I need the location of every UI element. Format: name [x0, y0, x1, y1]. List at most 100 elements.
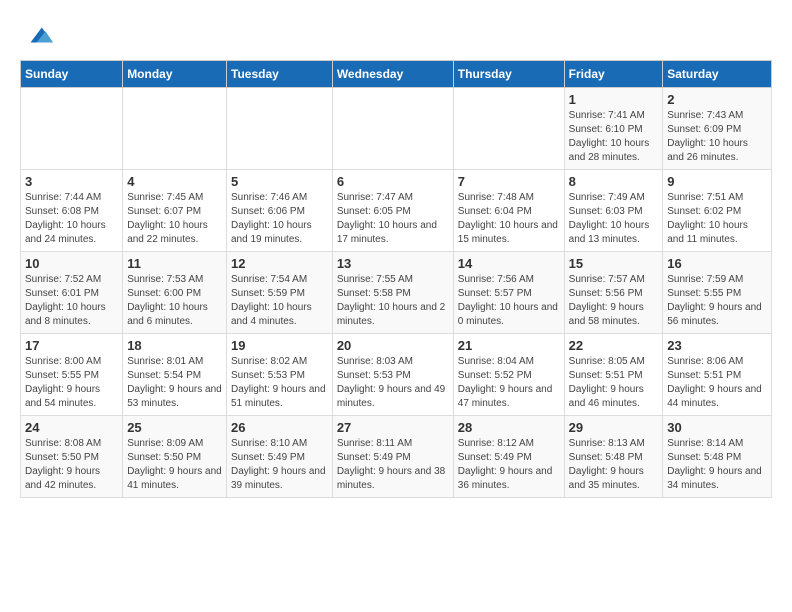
day-cell: 14 Sunrise: 7:56 AM Sunset: 5:57 PM Dayli… [453, 252, 564, 334]
day-cell: 29 Sunrise: 8:13 AM Sunset: 5:48 PM Dayli… [564, 416, 663, 498]
logo [20, 20, 53, 50]
day-number: 16 [667, 256, 767, 271]
day-info: Sunrise: 7:44 AM Sunset: 6:08 PM Dayligh… [25, 191, 118, 247]
day-info: Sunrise: 8:12 AM Sunset: 5:49 PM Dayligh… [458, 437, 560, 493]
day-number: 5 [231, 174, 328, 189]
day-info: Sunrise: 7:52 AM Sunset: 6:01 PM Dayligh… [25, 273, 118, 329]
day-number: 22 [569, 338, 659, 353]
day-info: Sunrise: 7:49 AM Sunset: 6:03 PM Dayligh… [569, 191, 659, 247]
day-number: 30 [667, 420, 767, 435]
week-row-2: 3 Sunrise: 7:44 AM Sunset: 6:08 PM Daylig… [21, 170, 772, 252]
header-tuesday: Tuesday [227, 61, 333, 88]
day-cell [332, 88, 453, 170]
day-info: Sunrise: 8:10 AM Sunset: 5:49 PM Dayligh… [231, 437, 328, 493]
header-row: SundayMondayTuesdayWednesdayThursdayFrid… [21, 61, 772, 88]
day-number: 20 [337, 338, 449, 353]
day-cell: 30 Sunrise: 8:14 AM Sunset: 5:48 PM Dayli… [663, 416, 772, 498]
day-info: Sunrise: 7:45 AM Sunset: 6:07 PM Dayligh… [127, 191, 222, 247]
day-cell: 9 Sunrise: 7:51 AM Sunset: 6:02 PM Daylig… [663, 170, 772, 252]
day-number: 23 [667, 338, 767, 353]
day-cell: 10 Sunrise: 7:52 AM Sunset: 6:01 PM Dayli… [21, 252, 123, 334]
day-cell: 19Sunrise: 8:02 AM Sunset: 5:53 PM Dayli… [227, 334, 333, 416]
day-number: 27 [337, 420, 449, 435]
day-cell: 17 Sunrise: 8:00 AM Sunset: 5:55 PM Dayli… [21, 334, 123, 416]
day-info: Sunrise: 8:05 AM Sunset: 5:51 PM Dayligh… [569, 355, 659, 411]
header-saturday: Saturday [663, 61, 772, 88]
day-number: 10 [25, 256, 118, 271]
day-number: 19 [231, 338, 328, 353]
day-number: 25 [127, 420, 222, 435]
day-number: 21 [458, 338, 560, 353]
week-row-5: 24 Sunrise: 8:08 AM Sunset: 5:50 PM Dayli… [21, 416, 772, 498]
day-cell [123, 88, 227, 170]
day-number: 13 [337, 256, 449, 271]
day-info: Sunrise: 7:59 AM Sunset: 5:55 PM Dayligh… [667, 273, 767, 329]
day-info: Sunrise: 7:43 AM Sunset: 6:09 PM Dayligh… [667, 109, 767, 165]
day-number: 24 [25, 420, 118, 435]
day-cell: 11Sunrise: 7:53 AM Sunset: 6:00 PM Dayli… [123, 252, 227, 334]
day-cell [453, 88, 564, 170]
day-info: Sunrise: 7:48 AM Sunset: 6:04 PM Dayligh… [458, 191, 560, 247]
day-info: Sunrise: 7:46 AM Sunset: 6:06 PM Dayligh… [231, 191, 328, 247]
day-cell: 1Sunrise: 7:41 AM Sunset: 6:10 PM Daylig… [564, 88, 663, 170]
day-info: Sunrise: 8:14 AM Sunset: 5:48 PM Dayligh… [667, 437, 767, 493]
day-info: Sunrise: 8:13 AM Sunset: 5:48 PM Dayligh… [569, 437, 659, 493]
day-info: Sunrise: 7:56 AM Sunset: 5:57 PM Dayligh… [458, 273, 560, 329]
day-info: Sunrise: 8:09 AM Sunset: 5:50 PM Dayligh… [127, 437, 222, 493]
day-info: Sunrise: 7:54 AM Sunset: 5:59 PM Dayligh… [231, 273, 328, 329]
day-info: Sunrise: 8:08 AM Sunset: 5:50 PM Dayligh… [25, 437, 118, 493]
day-number: 7 [458, 174, 560, 189]
day-number: 12 [231, 256, 328, 271]
day-number: 6 [337, 174, 449, 189]
day-info: Sunrise: 8:00 AM Sunset: 5:55 PM Dayligh… [25, 355, 118, 411]
day-number: 17 [25, 338, 118, 353]
logo-icon [23, 20, 53, 50]
day-info: Sunrise: 7:51 AM Sunset: 6:02 PM Dayligh… [667, 191, 767, 247]
day-cell: 6 Sunrise: 7:47 AM Sunset: 6:05 PM Daylig… [332, 170, 453, 252]
day-cell: 3 Sunrise: 7:44 AM Sunset: 6:08 PM Daylig… [21, 170, 123, 252]
day-cell: 8 Sunrise: 7:49 AM Sunset: 6:03 PM Daylig… [564, 170, 663, 252]
day-cell: 18Sunrise: 8:01 AM Sunset: 5:54 PM Dayli… [123, 334, 227, 416]
day-number: 1 [569, 92, 659, 107]
day-number: 9 [667, 174, 767, 189]
day-cell: 21Sunrise: 8:04 AM Sunset: 5:52 PM Dayli… [453, 334, 564, 416]
day-cell: 2 Sunrise: 7:43 AM Sunset: 6:09 PM Daylig… [663, 88, 772, 170]
week-row-4: 17 Sunrise: 8:00 AM Sunset: 5:55 PM Dayli… [21, 334, 772, 416]
day-number: 29 [569, 420, 659, 435]
day-cell: 25 Sunrise: 8:09 AM Sunset: 5:50 PM Dayli… [123, 416, 227, 498]
page-header [20, 20, 772, 50]
day-info: Sunrise: 7:57 AM Sunset: 5:56 PM Dayligh… [569, 273, 659, 329]
day-info: Sunrise: 8:06 AM Sunset: 5:51 PM Dayligh… [667, 355, 767, 411]
day-cell: 28 Sunrise: 8:12 AM Sunset: 5:49 PM Dayli… [453, 416, 564, 498]
day-cell: 26Sunrise: 8:10 AM Sunset: 5:49 PM Dayli… [227, 416, 333, 498]
header-sunday: Sunday [21, 61, 123, 88]
header-wednesday: Wednesday [332, 61, 453, 88]
day-cell: 27 Sunrise: 8:11 AM Sunset: 5:49 PM Dayli… [332, 416, 453, 498]
day-cell [21, 88, 123, 170]
day-cell [227, 88, 333, 170]
header-friday: Friday [564, 61, 663, 88]
day-number: 3 [25, 174, 118, 189]
day-cell: 7 Sunrise: 7:48 AM Sunset: 6:04 PM Daylig… [453, 170, 564, 252]
day-cell: 13 Sunrise: 7:55 AM Sunset: 5:58 PM Dayli… [332, 252, 453, 334]
day-cell: 16 Sunrise: 7:59 AM Sunset: 5:55 PM Dayli… [663, 252, 772, 334]
day-number: 4 [127, 174, 222, 189]
day-info: Sunrise: 8:11 AM Sunset: 5:49 PM Dayligh… [337, 437, 449, 493]
day-cell: 22 Sunrise: 8:05 AM Sunset: 5:51 PM Dayli… [564, 334, 663, 416]
day-cell: 15 Sunrise: 7:57 AM Sunset: 5:56 PM Dayli… [564, 252, 663, 334]
day-number: 15 [569, 256, 659, 271]
header-monday: Monday [123, 61, 227, 88]
day-info: Sunrise: 7:47 AM Sunset: 6:05 PM Dayligh… [337, 191, 449, 247]
calendar-table: SundayMondayTuesdayWednesdayThursdayFrid… [20, 60, 772, 498]
day-number: 28 [458, 420, 560, 435]
day-cell: 24 Sunrise: 8:08 AM Sunset: 5:50 PM Dayli… [21, 416, 123, 498]
day-number: 2 [667, 92, 767, 107]
day-cell: 12 Sunrise: 7:54 AM Sunset: 5:59 PM Dayli… [227, 252, 333, 334]
day-info: Sunrise: 7:55 AM Sunset: 5:58 PM Dayligh… [337, 273, 449, 329]
day-cell: 20Sunrise: 8:03 AM Sunset: 5:53 PM Dayli… [332, 334, 453, 416]
day-number: 14 [458, 256, 560, 271]
week-row-1: 1Sunrise: 7:41 AM Sunset: 6:10 PM Daylig… [21, 88, 772, 170]
day-cell: 23 Sunrise: 8:06 AM Sunset: 5:51 PM Dayli… [663, 334, 772, 416]
day-number: 18 [127, 338, 222, 353]
day-number: 8 [569, 174, 659, 189]
